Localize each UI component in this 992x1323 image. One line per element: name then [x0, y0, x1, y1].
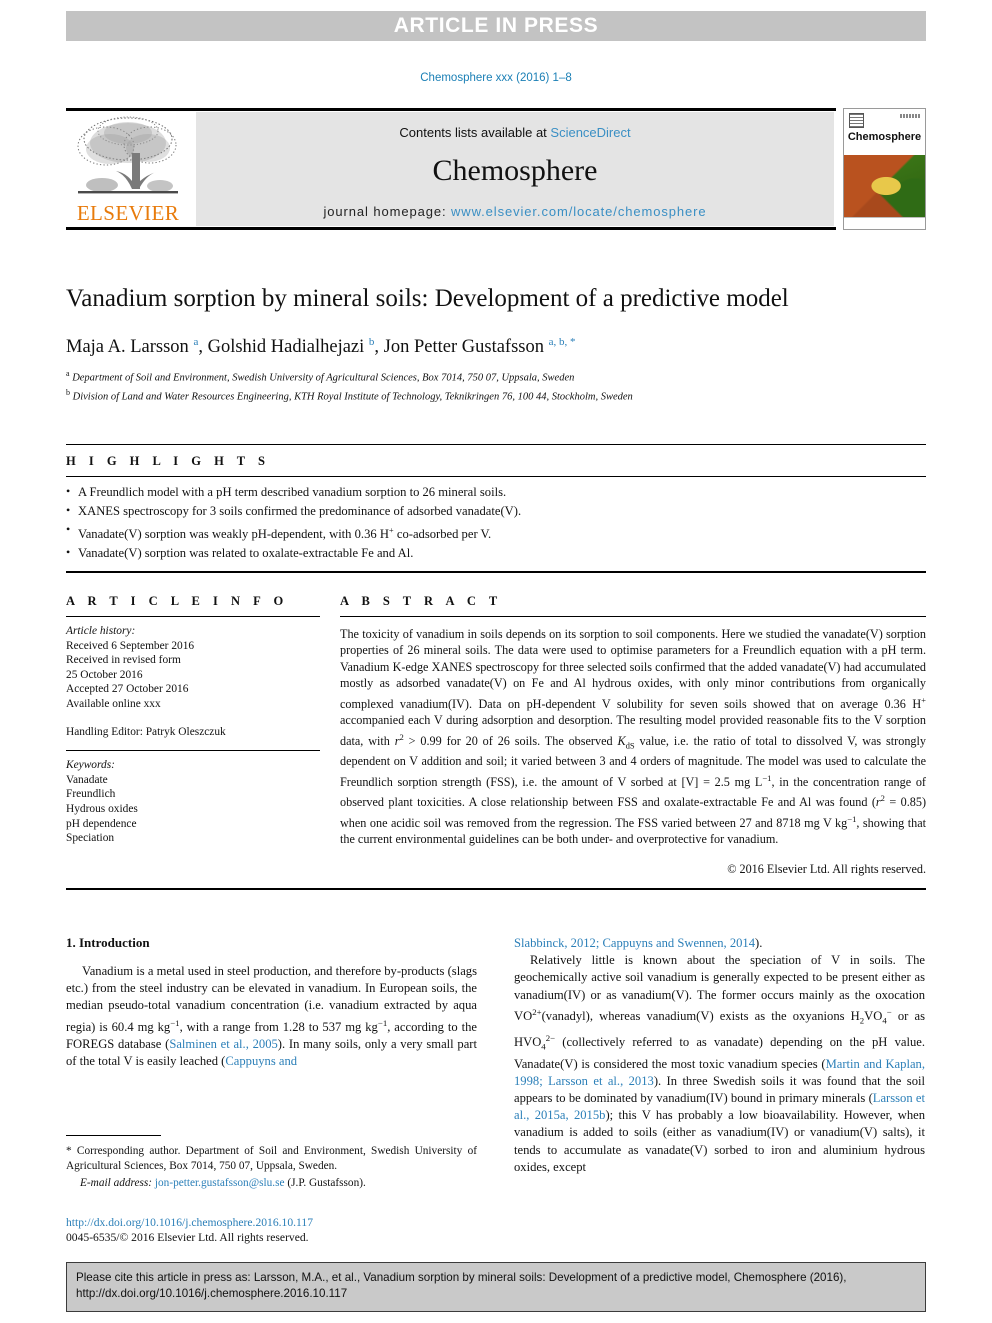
keyword-item: Freundlich — [66, 788, 116, 801]
elsevier-logo: ELSEVIER — [68, 113, 188, 227]
highlights-label: H I G H L I G H T S — [66, 454, 270, 468]
body-column-right: Slabbinck, 2012; Cappuyns and Swennen, 2… — [514, 935, 925, 1176]
keyword-item: Speciation — [66, 832, 115, 845]
highlight-item: Vanadate(V) sorption was weakly pH-depen… — [66, 520, 926, 544]
author-list: Maja A. Larsson a, Golshid Hadialhejazi … — [66, 336, 576, 358]
affiliation-a-text: Department of Soil and Environment, Swed… — [72, 372, 575, 384]
cover-issn-mark-icon — [900, 114, 920, 118]
article-history-block: Article history: Received 6 September 20… — [66, 617, 320, 739]
highlight-item: Vanadate(V) sorption was related to oxal… — [66, 543, 926, 563]
cover-publisher-mark-icon — [849, 113, 864, 128]
abstract-column: A B S T R A C T The toxicity of vanadium… — [336, 592, 926, 877]
masthead-center-panel: Contents lists available at ScienceDirec… — [196, 112, 834, 226]
cover-header: Chemosphere — [844, 109, 925, 155]
cover-footer — [844, 217, 925, 229]
masthead-rule-bottom — [66, 227, 836, 230]
corresponding-author-footnote: * Corresponding author. Department of So… — [66, 1135, 477, 1191]
keyword-item: pH dependence — [66, 817, 137, 830]
highlight-item: XANES spectroscopy for 3 soils confirmed… — [66, 501, 926, 521]
introduction-heading: 1. Introduction — [66, 935, 150, 950]
affiliation-b: b Division of Land and Water Resources E… — [66, 386, 926, 404]
page-title: Vanadium sorption by mineral soils: Deve… — [66, 285, 789, 312]
citation-notice-text: Please cite this article in press as: La… — [76, 1271, 847, 1300]
journal-name: Chemosphere — [432, 154, 598, 187]
article-info-column: A R T I C L E I N F O Article history: R… — [66, 592, 336, 877]
doi-link[interactable]: http://dx.doi.org/10.1016/j.chemosphere.… — [66, 1215, 477, 1230]
journal-homepage-line: journal homepage: www.elsevier.com/locat… — [196, 204, 834, 219]
email-address-link[interactable]: jon-petter.gustafsson@slu.se — [155, 1177, 285, 1189]
history-line: Received 6 September 2016 — [66, 639, 195, 652]
abstract-copyright: © 2016 Elsevier Ltd. All rights reserved… — [727, 861, 926, 876]
highlights-section: H I G H L I G H T S A Freundlich model w… — [66, 444, 926, 574]
homepage-url-link[interactable]: www.elsevier.com/locate/chemosphere — [451, 204, 707, 219]
introduction-paragraph-1-continued: Slabbinck, 2012; Cappuyns and Swennen, 2… — [514, 936, 763, 950]
keywords-label: Keywords: — [66, 759, 115, 772]
email-address-label: E-mail address: — [80, 1177, 153, 1190]
abstract-section-rule-bottom — [66, 888, 926, 890]
elsevier-tree-icon — [77, 116, 178, 194]
title-block: Vanadium sorption by mineral soils: Deve… — [66, 283, 926, 404]
journal-cover-thumbnail: Chemosphere — [843, 108, 926, 230]
cover-artwork-image — [844, 155, 925, 217]
sciencedirect-link[interactable]: ScienceDirect — [550, 125, 630, 140]
issn-copyright-line: 0045-6535/© 2016 Elsevier Ltd. All right… — [66, 1231, 309, 1244]
highlights-rule-bottom — [66, 571, 926, 574]
highlights-list: A Freundlich model with a pH term descri… — [66, 477, 926, 571]
keyword-item: Hydrous oxides — [66, 802, 138, 815]
article-history-label: Article history: — [66, 625, 136, 637]
history-line: Accepted 27 October 2016 — [66, 683, 189, 696]
history-line: 25 October 2016 — [66, 668, 143, 681]
affiliation-a: a Department of Soil and Environment, Sw… — [66, 367, 926, 385]
citation-notice-box: Please cite this article in press as: La… — [66, 1262, 926, 1312]
contents-line: Contents lists available at ScienceDirec… — [196, 125, 834, 140]
masthead-rule-top — [66, 108, 836, 111]
elsevier-wordmark: ELSEVIER — [76, 201, 180, 225]
article-in-press-banner: ARTICLE IN PRESS — [66, 11, 926, 41]
highlight-item: A Freundlich model with a pH term descri… — [66, 482, 926, 502]
journal-masthead: ELSEVIER Contents lists available at Sci… — [66, 108, 926, 230]
abstract-label: A B S T R A C T — [340, 594, 503, 608]
info-abstract-section: A R T I C L E I N F O Article history: R… — [66, 592, 926, 877]
abstract-text: The toxicity of vanadium in soils depend… — [340, 627, 927, 847]
affiliation-a-marker: a — [66, 369, 70, 379]
handling-editor: Handling Editor: Patryk Oleszczuk — [66, 725, 226, 738]
doi-block: http://dx.doi.org/10.1016/j.chemosphere.… — [66, 1215, 477, 1245]
corresponding-author-text: * Corresponding author. Department of So… — [66, 1145, 477, 1172]
contents-prefix: Contents lists available at — [399, 125, 551, 140]
footnote-rule — [66, 1135, 161, 1136]
keywords-block: Keywords: Vanadate Freundlich Hydrous ox… — [66, 751, 320, 846]
affiliation-b-marker: b — [66, 388, 70, 398]
introduction-paragraph-2: Relatively little is known about the spe… — [514, 953, 926, 1174]
email-address-suffix: (J.P. Gustafsson). — [287, 1177, 366, 1190]
article-info-label: A R T I C L E I N F O — [66, 594, 289, 608]
homepage-prefix: journal homepage: — [323, 204, 451, 219]
article-in-press-label: ARTICLE IN PRESS — [393, 14, 599, 37]
paper-page: ARTICLE IN PRESS Chemosphere xxx (2016) … — [0, 0, 992, 1323]
history-line: Available online xxx — [66, 697, 161, 710]
cover-journal-title: Chemosphere — [847, 131, 922, 143]
history-line: Received in revised form — [66, 654, 181, 667]
introduction-paragraph-1: Vanadium is a metal used in steel produc… — [66, 964, 478, 1069]
corresponding-email-line: E-mail address: jon-petter.gustafsson@sl… — [66, 1176, 477, 1191]
keyword-item: Vanadate — [66, 773, 108, 786]
affiliation-b-text: Division of Land and Water Resources Eng… — [72, 391, 633, 403]
running-head: Chemosphere xxx (2016) 1–8 — [420, 72, 572, 84]
